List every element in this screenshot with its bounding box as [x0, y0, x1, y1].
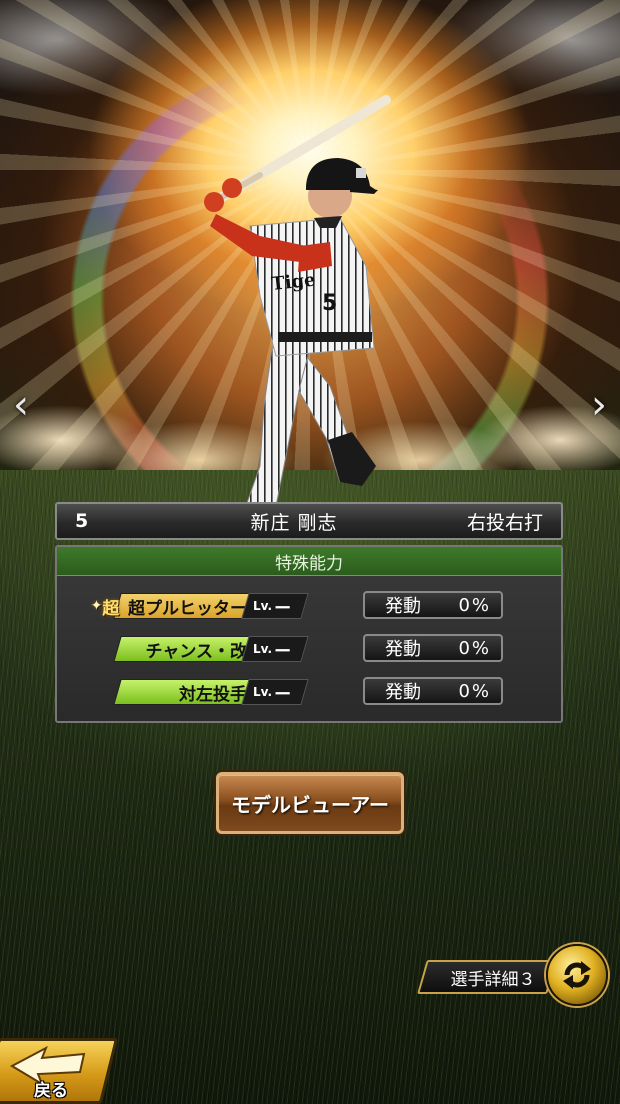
trigger-rate-box: 発動 0% — [363, 634, 503, 662]
trigger-rate: 0% — [458, 680, 491, 702]
player-info-bar: 5 新庄 剛志 右投右打 — [55, 502, 563, 540]
prev-player-button[interactable]: ‹ — [6, 382, 36, 428]
ability-level: Lv. ー — [253, 598, 292, 619]
player-detail-label: 選手詳細３ — [450, 969, 536, 990]
model-viewer-button[interactable]: モデルビューアー — [216, 772, 404, 834]
chevron-right-icon: › — [591, 382, 607, 428]
trigger-label: 発動 — [385, 639, 421, 660]
chevron-left-icon: ‹ — [13, 382, 29, 428]
ability-level: Lv. ー — [253, 684, 292, 705]
special-ability-header: 特殊能力 — [57, 547, 561, 576]
ability-row[interactable]: チャンス・改 Lv. ー 発動 0% — [57, 634, 561, 664]
trigger-rate-box: 発動 0% — [363, 591, 503, 619]
player-name: 新庄 剛志 — [250, 511, 338, 534]
next-player-button[interactable]: › — [584, 382, 614, 428]
swap-arrows-icon[interactable] — [546, 944, 608, 1006]
uniform-number: 5 — [75, 510, 89, 532]
special-ability-panel: 特殊能力 ✦ 超 超プルヒッター Lv. ー 発動 0% チャンス・改 Lv. ー 発… — [55, 545, 563, 723]
trigger-rate: 0% — [458, 637, 491, 659]
player-detail-button[interactable]: 選手詳細３ — [417, 954, 558, 998]
ability-row[interactable]: ✦ 超 超プルヒッター Lv. ー 発動 0% — [57, 591, 561, 621]
ability-row[interactable]: 対左投手 Lv. ー 発動 0% — [57, 677, 561, 707]
svg-text:5: 5 — [322, 291, 337, 316]
throw-bat-handedness: 右投右打 — [466, 511, 543, 534]
back-button[interactable]: 戻る — [0, 1038, 119, 1104]
trigger-rate: 0% — [458, 594, 491, 616]
back-label: 戻る — [34, 1081, 68, 1101]
trigger-label: 発動 — [385, 682, 421, 703]
ability-level: Lv. ー — [253, 641, 292, 662]
player-illustration: 5 Tige — [204, 95, 391, 506]
trigger-rate-box: 発動 0% — [363, 677, 503, 705]
trigger-label: 発動 — [385, 596, 421, 617]
